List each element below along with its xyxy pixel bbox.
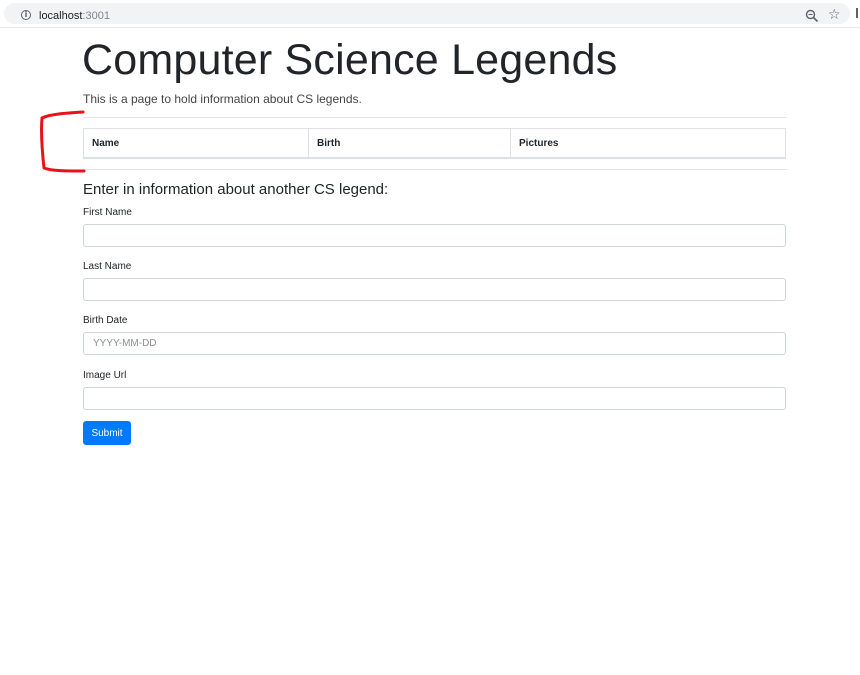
- zoom-icon[interactable]: [805, 9, 819, 23]
- submit-button[interactable]: Submit: [83, 421, 131, 445]
- legends-table: Name Birth Pictures: [83, 128, 786, 159]
- image-url-label: Image Url: [83, 370, 127, 381]
- form-heading: Enter in information about another CS le…: [83, 181, 389, 198]
- annotation-bracket: [40, 110, 86, 173]
- star-icon[interactable]: ☆: [828, 7, 841, 23]
- last-name-label: Last Name: [83, 261, 132, 272]
- table-header-birth: Birth: [309, 129, 511, 158]
- url-host: localhost: [39, 10, 83, 22]
- url-port: :3001: [82, 10, 110, 22]
- birth-date-input[interactable]: [83, 332, 786, 355]
- extension-icon[interactable]: [856, 8, 858, 18]
- info-icon[interactable]: i: [21, 10, 31, 20]
- table-header-pictures: Pictures: [519, 138, 559, 149]
- image-url-input[interactable]: [83, 387, 786, 410]
- divider: [83, 117, 787, 118]
- page-lead: This is a page to hold information about…: [83, 92, 362, 106]
- divider: [83, 169, 787, 170]
- browser-address-bar: i localhost:3001 ☆: [0, 0, 860, 28]
- url-box[interactable]: i localhost:3001 ☆: [4, 3, 850, 24]
- last-name-input[interactable]: [83, 278, 786, 301]
- first-name-label: First Name: [83, 207, 132, 218]
- url-text[interactable]: localhost:3001: [39, 10, 110, 22]
- page-title: Computer Science Legends: [82, 36, 618, 84]
- birth-date-label: Birth Date: [83, 315, 128, 326]
- first-name-input[interactable]: [83, 224, 786, 247]
- table-header-name: Name: [84, 129, 309, 158]
